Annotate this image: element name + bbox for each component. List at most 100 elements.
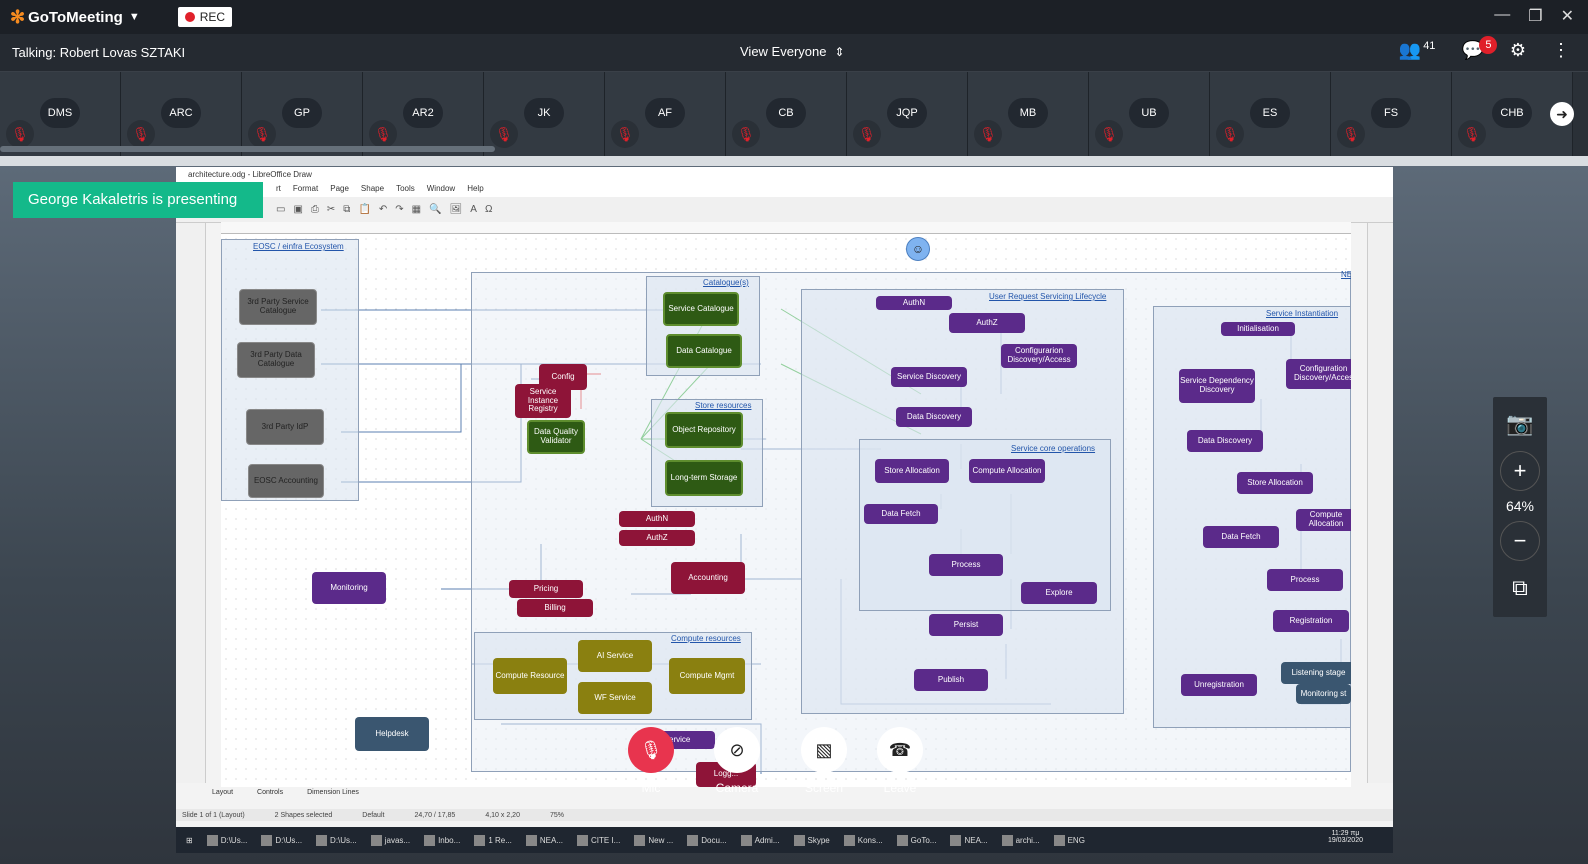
taskbar-item[interactable]: Docu... bbox=[687, 834, 727, 846]
copy-screen-icon[interactable]: ⧉ bbox=[1500, 568, 1540, 608]
participant-tile[interactable]: MB 🎙 bbox=[968, 72, 1089, 156]
participant-tile[interactable]: AF 🎙 bbox=[605, 72, 726, 156]
lo-layer-tab[interactable]: Controls bbox=[257, 789, 283, 803]
taskbar-item[interactable]: CITE I... bbox=[577, 834, 620, 846]
diagram-box[interactable]: Long-term Storage bbox=[665, 460, 743, 496]
close-icon[interactable]: ✕ bbox=[1561, 6, 1574, 26]
windows-start-icon[interactable]: ⊞ bbox=[186, 836, 193, 845]
participant-tile[interactable]: DMS 🎙 bbox=[0, 72, 121, 156]
diagram-box[interactable]: AuthN bbox=[876, 296, 952, 310]
taskbar-item[interactable]: GoTo... bbox=[896, 834, 936, 846]
attendees-button[interactable]: 👥 41 bbox=[1399, 40, 1436, 61]
participant-tile[interactable]: GP 🎙 bbox=[242, 72, 363, 156]
leave-control[interactable]: ☎ Leave bbox=[865, 727, 935, 795]
diagram-box[interactable]: Persist bbox=[929, 614, 1003, 636]
lo-layer-tab[interactable]: Dimension Lines bbox=[307, 789, 359, 803]
diagram-box[interactable]: Data Catalogue bbox=[666, 334, 742, 368]
taskbar-item[interactable]: New ... bbox=[634, 834, 673, 846]
participant-tile[interactable]: FS 🎙 bbox=[1331, 72, 1452, 156]
participant-tile[interactable]: ARC 🎙 bbox=[121, 72, 242, 156]
diagram-box[interactable]: Monitoring st bbox=[1296, 684, 1351, 704]
diagram-box[interactable]: Process bbox=[929, 554, 1003, 576]
zoom-out-icon[interactable]: − bbox=[1500, 521, 1540, 561]
diagram-box[interactable]: Store Allocation bbox=[1237, 472, 1313, 494]
diagram-box[interactable]: Initialisation bbox=[1221, 322, 1295, 336]
recording-badge[interactable]: REC bbox=[177, 7, 233, 27]
screen-share-icon[interactable]: ▧ bbox=[801, 727, 847, 773]
hang-up-icon[interactable]: ☎ bbox=[877, 727, 923, 773]
diagram-box[interactable]: Object Repository bbox=[665, 412, 743, 448]
diagram-box[interactable]: Configurarion Discovery/Access bbox=[1001, 344, 1077, 368]
app-brand[interactable]: ✻ GoToMeeting ▼ bbox=[10, 7, 140, 28]
diagram-box[interactable]: 3rd Party Service Catalogue bbox=[239, 289, 317, 325]
panel-divider[interactable] bbox=[0, 156, 1588, 321]
strip-scrollbar[interactable] bbox=[0, 146, 495, 152]
camera-off-icon[interactable]: ⊘ bbox=[714, 727, 760, 773]
diagram-box[interactable]: WF Service bbox=[578, 682, 652, 714]
taskbar-item[interactable]: Kons... bbox=[843, 834, 883, 846]
restore-icon[interactable]: ❐ bbox=[1528, 6, 1542, 26]
diagram-box[interactable]: EOSC Accounting bbox=[248, 464, 324, 498]
participant-tile[interactable]: JK 🎙 bbox=[484, 72, 605, 156]
camera-snapshot-icon[interactable]: 📷 bbox=[1500, 404, 1540, 444]
drawing-canvas[interactable]: EOSC / einfra Ecosystem NE Catalogue(s) … bbox=[221, 234, 1351, 787]
arrow-right-icon[interactable]: ➜ bbox=[1550, 102, 1574, 126]
diagram-box[interactable]: AuthZ bbox=[949, 313, 1025, 333]
taskbar-item[interactable]: ENG bbox=[1053, 834, 1085, 846]
diagram-box[interactable]: Compute Mgmt bbox=[669, 658, 745, 694]
taskbar-item[interactable]: D:\Us... bbox=[261, 834, 302, 846]
chat-button[interactable]: 💬 5 bbox=[1461, 36, 1498, 61]
diagram-box[interactable]: Store Allocation bbox=[875, 459, 949, 483]
lo-menu-item[interactable]: Help bbox=[467, 184, 483, 195]
diagram-box[interactable]: Data Quality Validator bbox=[527, 420, 585, 454]
diagram-box[interactable]: Unregistration bbox=[1181, 674, 1257, 696]
participant-tile[interactable]: CB 🎙 bbox=[726, 72, 847, 156]
mic-muted-icon[interactable]: 🎙 bbox=[628, 727, 674, 773]
participant-tile[interactable]: JQP 🎙 bbox=[847, 72, 968, 156]
diagram-box[interactable]: AuthN bbox=[619, 511, 695, 527]
diagram-box[interactable]: Service Instance Registry bbox=[515, 384, 571, 418]
diagram-box[interactable]: Accounting bbox=[671, 562, 745, 594]
diagram-box[interactable]: Process bbox=[1267, 569, 1343, 591]
lo-menu-item[interactable]: Format bbox=[293, 184, 318, 195]
diagram-box[interactable]: Compute Allocation bbox=[969, 459, 1045, 483]
diagram-box[interactable]: AuthZ bbox=[619, 530, 695, 546]
diagram-box[interactable]: Registration bbox=[1273, 610, 1349, 632]
diagram-box[interactable]: 3rd Party Data Catalogue bbox=[237, 342, 315, 378]
diagram-box[interactable]: Pricing bbox=[509, 580, 583, 598]
minimize-icon[interactable]: — bbox=[1494, 6, 1510, 26]
lo-menu-item[interactable]: Shape bbox=[361, 184, 384, 195]
lo-layer-tab[interactable]: Layout bbox=[212, 789, 233, 803]
taskbar-item[interactable]: Admi... bbox=[740, 834, 780, 846]
diagram-box[interactable]: Publish bbox=[914, 669, 988, 691]
diagram-box[interactable]: Service Catalogue bbox=[663, 292, 739, 326]
participant-tile[interactable]: AR2 🎙 bbox=[363, 72, 484, 156]
diagram-box[interactable]: Listening stage bbox=[1281, 662, 1351, 684]
gear-icon[interactable]: ⚙ bbox=[1510, 40, 1526, 61]
diagram-box[interactable]: Service Discovery bbox=[891, 367, 967, 387]
diagram-box[interactable]: Helpdesk bbox=[355, 717, 429, 751]
diagram-box[interactable]: Billing bbox=[517, 599, 593, 617]
zoom-in-icon[interactable]: + bbox=[1500, 451, 1540, 491]
more-options-icon[interactable]: ⋮ bbox=[1552, 40, 1570, 61]
participant-tile[interactable]: ES 🎙 bbox=[1210, 72, 1331, 156]
diagram-box[interactable]: Data Discovery bbox=[896, 407, 972, 427]
camera-control[interactable]: ⊘ Camera bbox=[702, 727, 772, 795]
participant-tile[interactable]: UB 🎙 bbox=[1089, 72, 1210, 156]
screen-control[interactable]: ▧ Screen bbox=[789, 727, 859, 795]
taskbar-item[interactable]: 1 Re... bbox=[474, 834, 512, 846]
lo-menu-item[interactable]: Page bbox=[330, 184, 349, 195]
taskbar-item[interactable]: D:\Us... bbox=[316, 834, 357, 846]
diagram-box[interactable]: Data Discovery bbox=[1187, 430, 1263, 452]
diagram-box[interactable]: Compute Allocation bbox=[1296, 509, 1351, 531]
diagram-box[interactable]: Compute Resource bbox=[493, 658, 567, 694]
diagram-box[interactable]: AI Service bbox=[578, 640, 652, 672]
taskbar-item[interactable]: Skype bbox=[793, 834, 830, 846]
diagram-box[interactable]: Monitoring bbox=[312, 572, 386, 604]
diagram-box[interactable]: 3rd Party IdP bbox=[246, 409, 324, 445]
diagram-box[interactable]: Configuration Discovery/Acces bbox=[1286, 359, 1351, 389]
diagram-box[interactable]: Service Dependency Discovery bbox=[1179, 369, 1255, 403]
diagram-box[interactable]: Explore bbox=[1021, 582, 1097, 604]
diagram-box[interactable]: Data Fetch bbox=[1203, 526, 1279, 548]
taskbar-item[interactable]: NEA... bbox=[950, 834, 988, 846]
